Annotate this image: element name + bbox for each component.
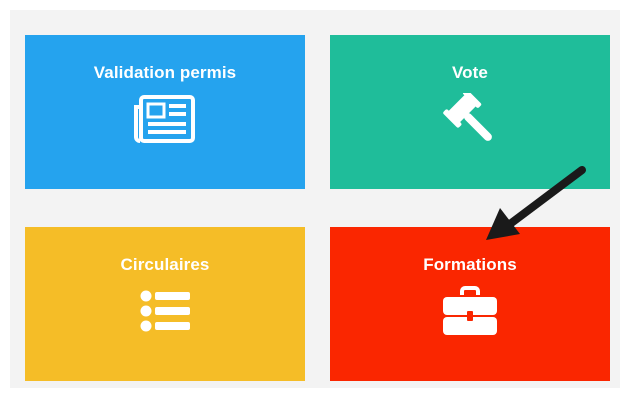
pointer-arrow-icon <box>486 166 586 240</box>
list-icon <box>140 290 190 332</box>
validation-permis-tile[interactable]: Validation permis <box>25 35 305 189</box>
tile-label-circulaires: Circulaires <box>120 255 210 274</box>
briefcase-icon <box>443 286 497 335</box>
circulaires-tile[interactable]: Circulaires <box>25 227 305 381</box>
formations-tile[interactable]: Formations <box>330 227 610 381</box>
tile-label-formations: Formations <box>423 255 517 274</box>
gavel-icon <box>443 93 492 141</box>
newspaper-icon <box>134 95 195 143</box>
tile-label-vote: Vote <box>452 63 488 82</box>
tile-label-validation-permis: Validation permis <box>93 63 237 82</box>
